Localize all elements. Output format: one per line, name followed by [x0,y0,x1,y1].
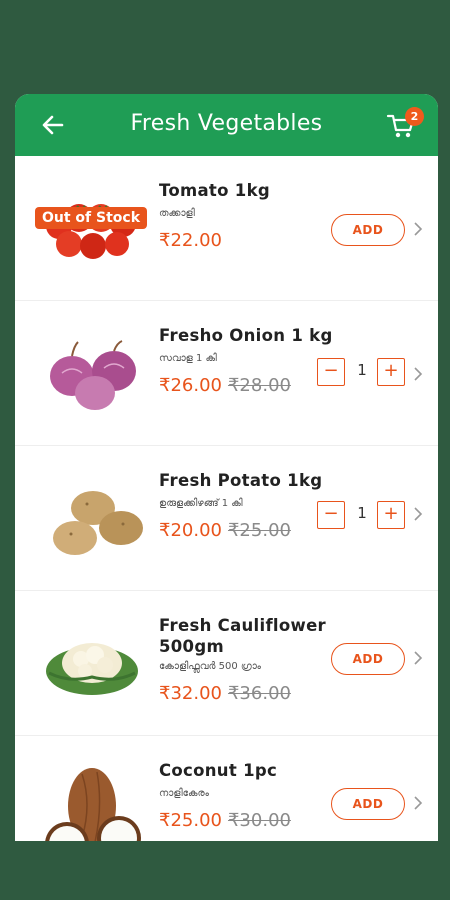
product-row-onion[interactable]: Fresho Onion 1 kg സവാള 1 കി ₹26.00 ₹28.00… [15,301,438,446]
add-button[interactable]: ADD [331,643,405,675]
quantity-stepper: − 1 + [317,358,407,386]
mrp-price: ₹28.00 [227,375,291,396]
quantity-stepper: − 1 + [317,501,407,529]
selling-price: ₹22.00 [159,230,222,251]
product-local-name: സവാള 1 കി [159,353,217,364]
product-row-coconut[interactable]: Coconut 1pc നാളികേരം ₹25.00 ₹30.00 ADD [15,736,438,841]
selling-price: ₹25.00 [159,810,222,831]
product-local-name: നാളികേരം [159,788,209,799]
product-name: Fresh Cauliflower 500gm [159,616,326,656]
selling-price: ₹32.00 [159,683,222,704]
selling-price: ₹26.00 [159,375,222,396]
coconut-image [45,768,141,841]
selling-price: ₹20.00 [159,520,222,541]
cart-count-badge: 2 [405,107,424,126]
potato-image [53,491,143,555]
product-name: Tomato 1kg [159,181,270,200]
product-name: Coconut 1pc [159,761,278,780]
product-row-tomato[interactable]: Out of Stock Tomato 1kg തക്കാളി ₹22.00 A… [15,156,438,301]
app-header: Fresh Vegetables 2 [15,94,438,156]
product-price: ₹25.00 ₹30.00 [159,810,291,831]
add-button[interactable]: ADD [331,788,405,820]
product-local-name: കോളിഫ്ലവർ 500 ഗ്രാം [159,661,261,672]
increase-quantity-button[interactable]: + [377,358,405,386]
product-row-potato[interactable]: Fresh Potato 1kg ഉരുളക്കിഴങ്ങ് 1 കി ₹20.… [15,446,438,591]
product-name: Fresho Onion 1 kg [159,326,333,345]
chevron-right-icon[interactable] [413,650,423,666]
chevron-right-icon[interactable] [413,795,423,811]
mrp-price: ₹30.00 [227,810,291,831]
page-title: Fresh Vegetables [130,111,323,136]
product-name: Fresh Potato 1kg [159,471,323,490]
increase-quantity-button[interactable]: + [377,501,405,529]
product-row-cauliflower[interactable]: Fresh Cauliflower 500gm കോളിഫ്ലവർ 500 ഗ്… [15,591,438,736]
out-of-stock-badge: Out of Stock [35,207,148,229]
product-price: ₹20.00 ₹25.00 [159,520,291,541]
chevron-right-icon[interactable] [413,221,423,237]
quantity-value: 1 [357,504,367,522]
chevron-right-icon[interactable] [413,506,423,522]
decrease-quantity-button[interactable]: − [317,501,345,529]
product-price: ₹32.00 ₹36.00 [159,683,291,704]
product-local-name: തക്കാളി [159,208,195,219]
product-price: ₹26.00 ₹28.00 [159,375,291,396]
chevron-right-icon[interactable] [413,366,423,382]
product-list-card: Fresh Vegetables 2 Out of Stock Tomato 1… [15,94,438,841]
decrease-quantity-button[interactable]: − [317,358,345,386]
mrp-price: ₹36.00 [227,683,291,704]
onion-image [50,340,136,410]
quantity-value: 1 [357,361,367,379]
product-price: ₹22.00 [159,230,222,251]
cauliflower-image [46,643,138,695]
add-button[interactable]: ADD [331,214,405,246]
mrp-price: ₹25.00 [227,520,291,541]
product-local-name: ഉരുളക്കിഴങ്ങ് 1 കി [159,498,243,509]
